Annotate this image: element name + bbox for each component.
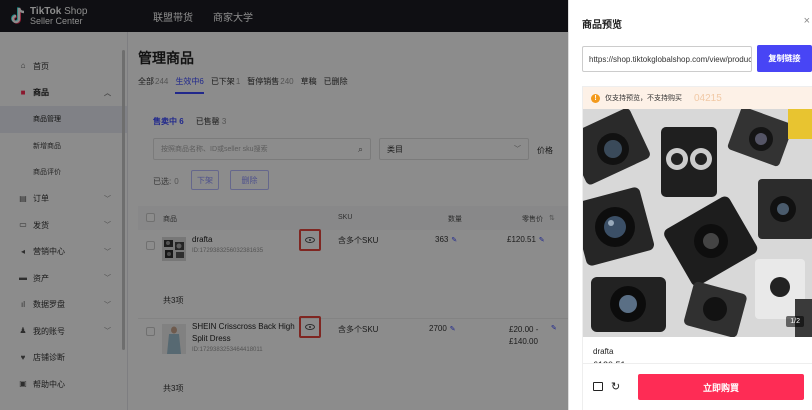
mobile-preview: ! 仅支持预览，不支持购买 04215 1/2 drafta ↻ 立即购買 (582, 86, 812, 410)
preview-url-field[interactable]: https://shop.tiktokglobalshop.com/view/p… (582, 46, 752, 72)
product-image[interactable]: 1/2 (583, 109, 812, 337)
cameras-photo (583, 109, 812, 337)
product-preview-drawer: 商品预览 × https://shop.tiktokglobalshop.com… (568, 0, 812, 410)
preview-product-name: drafta (593, 347, 614, 356)
modal-overlay[interactable] (0, 0, 568, 410)
shop-icon[interactable] (593, 382, 603, 391)
notice-text: 仅支持预览，不支持购买 (605, 95, 682, 102)
close-icon[interactable]: × (804, 15, 810, 27)
drawer-title: 商品预览 (582, 20, 622, 31)
image-counter: 1/2 (786, 316, 804, 327)
copy-link-button[interactable]: 复制链接 (757, 45, 812, 72)
purchase-bar: ↻ 立即购買 (583, 363, 812, 410)
buy-now-button[interactable]: 立即购買 (638, 374, 804, 400)
watermark: 04215 (694, 92, 722, 104)
refresh-icon[interactable]: ↻ (611, 380, 620, 393)
preview-notice: ! 仅支持预览，不支持购买 04215 (583, 87, 812, 109)
warning-icon: ! (591, 93, 600, 103)
